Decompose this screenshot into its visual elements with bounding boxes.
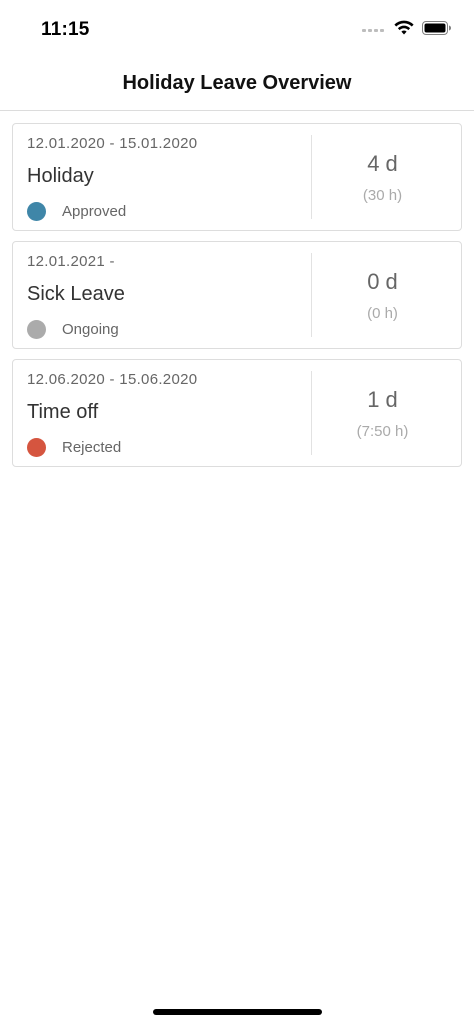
leave-hours: (7:50 h) xyxy=(356,423,409,440)
leave-type: Sick Leave xyxy=(27,283,125,305)
leave-duration: 4 d (30 h) xyxy=(312,124,453,230)
status-dot-icon xyxy=(27,319,46,339)
leave-duration: 0 d (0 h) xyxy=(312,242,453,348)
leave-card-sick-leave[interactable]: 12.01.2021 - Sick Leave Ongoing 0 d (0 h… xyxy=(12,241,462,349)
leave-status-label: Rejected xyxy=(62,438,122,456)
leave-date-range: 12.06.2020 - 15.06.2020 xyxy=(27,371,198,388)
leave-hours: (30 h) xyxy=(362,187,403,204)
leave-status-label: Ongoing xyxy=(62,320,119,338)
leave-status: Ongoing xyxy=(27,319,119,339)
battery-icon xyxy=(422,20,452,40)
leave-card-details: 12.01.2021 - Sick Leave Ongoing xyxy=(27,242,312,348)
status-time: 11:15 xyxy=(41,19,90,40)
status-dot-icon xyxy=(27,437,46,457)
status-icons xyxy=(362,20,452,40)
leave-days: 4 d xyxy=(367,151,398,176)
leave-date-range: 12.01.2020 - 15.01.2020 xyxy=(27,135,198,152)
status-dot-icon xyxy=(27,201,46,221)
leave-duration: 1 d (7:50 h) xyxy=(312,360,453,466)
leave-list: 12.01.2020 - 15.01.2020 Holiday Approved… xyxy=(12,123,462,477)
leave-card-time-off[interactable]: 12.06.2020 - 15.06.2020 Time off Rejecte… xyxy=(12,359,462,467)
status-bar: 11:15 xyxy=(0,0,474,58)
home-indicator[interactable] xyxy=(153,1009,322,1015)
leave-card-holiday[interactable]: 12.01.2020 - 15.01.2020 Holiday Approved… xyxy=(12,123,462,231)
leave-status: Approved xyxy=(27,201,126,221)
leave-card-details: 12.01.2020 - 15.01.2020 Holiday Approved xyxy=(27,124,312,230)
leave-hours: (0 h) xyxy=(367,305,398,322)
leave-status-label: Approved xyxy=(62,202,127,220)
leave-status: Rejected xyxy=(27,437,121,457)
leave-card-details: 12.06.2020 - 15.06.2020 Time off Rejecte… xyxy=(27,360,312,466)
leave-date-range: 12.01.2021 - xyxy=(27,253,115,270)
navigation-bar: Holiday Leave Overview xyxy=(0,58,474,111)
signal-icon xyxy=(362,28,384,32)
wifi-icon xyxy=(394,20,414,40)
leave-days: 0 d xyxy=(367,269,398,294)
page-title: Holiday Leave Overview xyxy=(122,72,352,94)
leave-type: Holiday xyxy=(27,165,94,187)
leave-type: Time off xyxy=(27,401,99,423)
leave-days: 1 d xyxy=(367,387,398,412)
